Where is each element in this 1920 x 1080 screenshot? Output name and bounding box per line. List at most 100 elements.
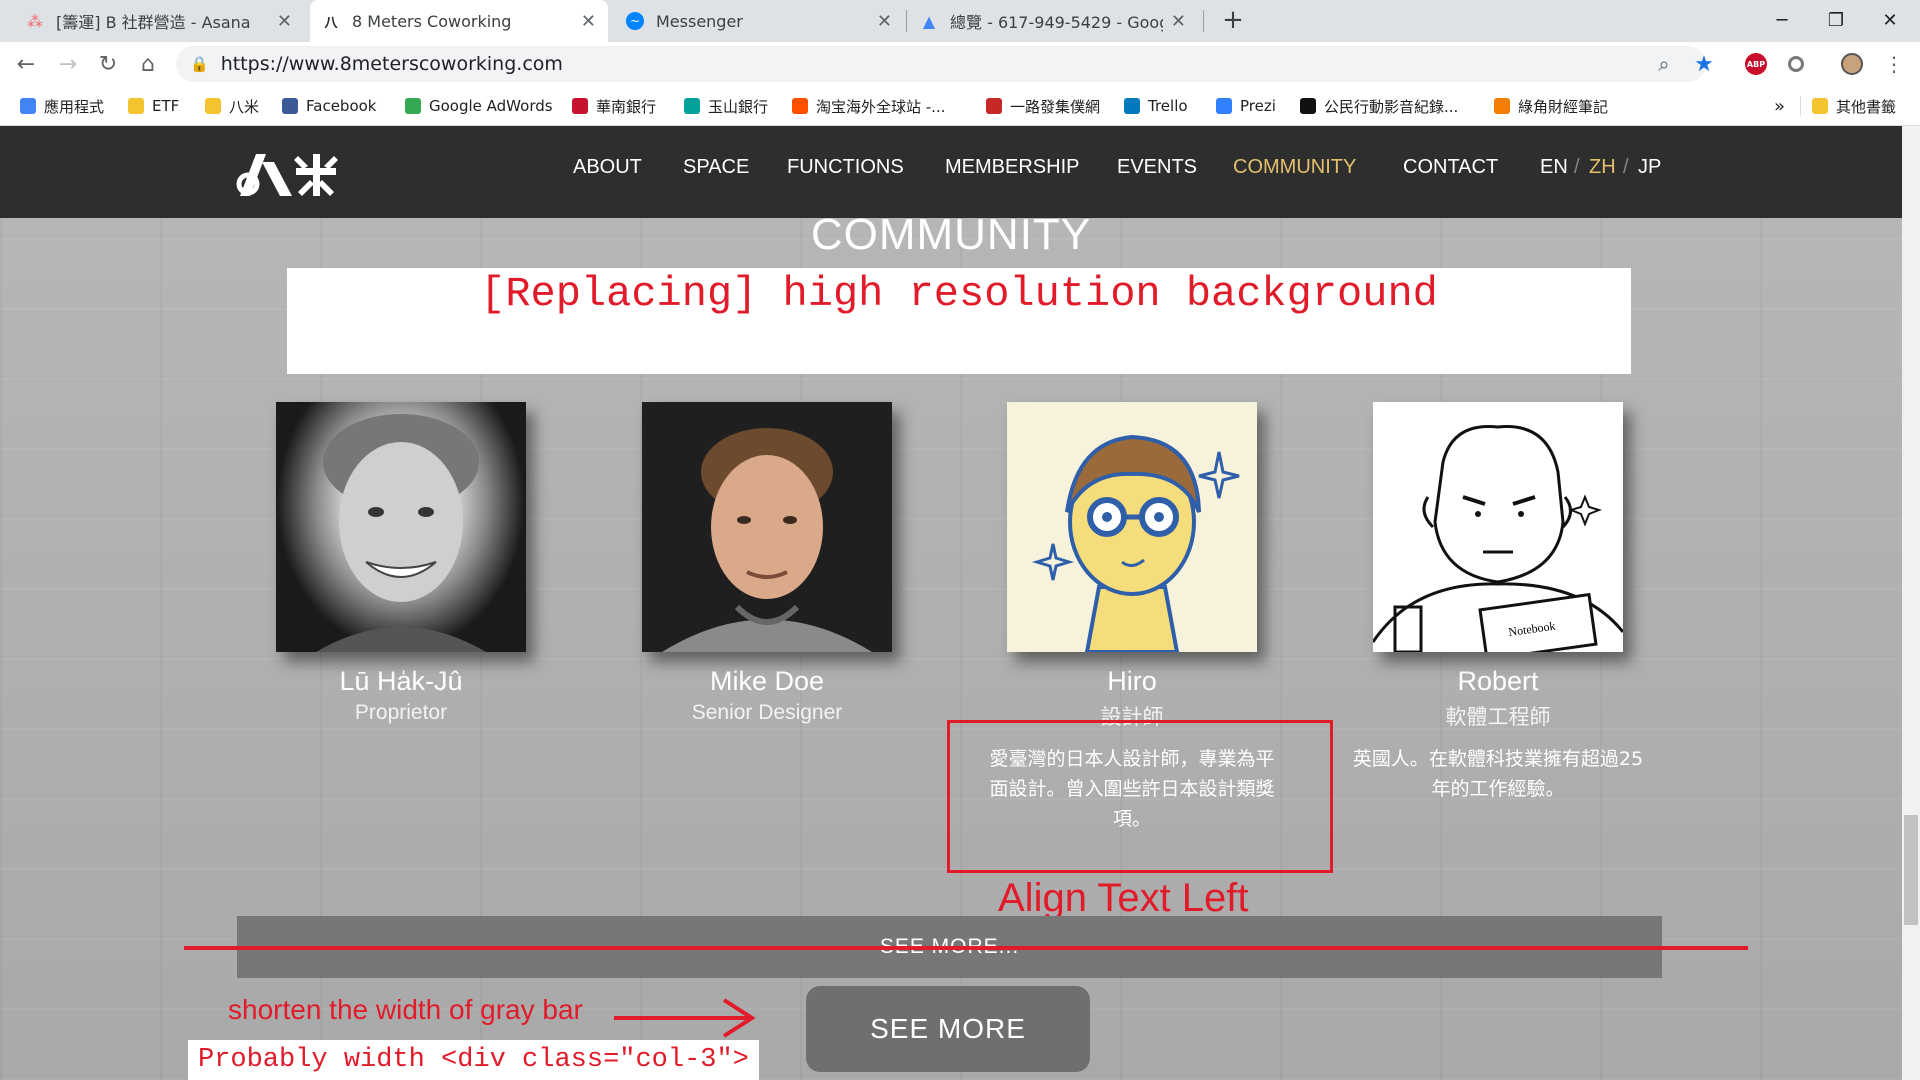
avatar[interactable] [1838, 50, 1866, 78]
close-tab-icon[interactable]: ✕ [581, 11, 596, 32]
folder-icon [1812, 98, 1828, 114]
scrollbar-thumb[interactable] [1904, 815, 1918, 925]
bookmark-label: Facebook [306, 97, 377, 115]
bookmark-item[interactable]: Trello [1124, 94, 1188, 118]
tab-title: 8 Meters Coworking [352, 11, 512, 31]
nav-functions[interactable]: FUNCTIONS [787, 156, 904, 179]
see-more-label: SEE MORE [870, 1013, 1026, 1044]
site-favicon-icon [986, 98, 1002, 114]
annotation-code-hint: Probably width <div class="col-3"> [188, 1040, 759, 1080]
home-icon[interactable]: ⌂ [132, 48, 164, 80]
adblock-icon[interactable]: ABP [1742, 50, 1770, 78]
bookmark-item[interactable]: Google AdWords [405, 94, 553, 118]
see-more-button[interactable]: SEE MORE [806, 986, 1090, 1072]
minimize-icon[interactable]: ─ [1752, 0, 1812, 40]
site-favicon-icon [282, 98, 298, 114]
bookmark-label: Trello [1148, 97, 1188, 115]
bookmark-item[interactable]: 應用程式 [20, 94, 104, 118]
close-tab-icon[interactable]: ✕ [877, 11, 892, 32]
bookmark-item[interactable]: 華南銀行 [572, 94, 656, 118]
asana-icon: ⁂ [27, 11, 43, 31]
lock-icon: 🔒 [190, 55, 209, 73]
member-role: 軟體工程師 [1445, 706, 1551, 729]
nav-space[interactable]: SPACE [683, 156, 749, 179]
site-header: ABOUT SPACE FUNCTIONS MEMBERSHIP EVENTS … [0, 126, 1902, 218]
bookmark-item[interactable]: 一路發集僕網 [986, 94, 1100, 118]
lang-separator: / [1574, 156, 1580, 178]
bookmark-label: 玉山銀行 [708, 97, 769, 116]
member-role: Senior Designer [691, 701, 843, 724]
address-url: https://www.8meterscoworking.com [220, 53, 563, 75]
new-tab-button[interactable]: + [1210, 0, 1256, 40]
extension-icon[interactable] [1782, 50, 1810, 78]
tab-asana[interactable]: ⁂ [籌運] B 社群營造 - Asana ✕ [14, 0, 304, 42]
bookmark-item[interactable]: 玉山銀行 [684, 94, 768, 118]
close-window-icon[interactable]: ✕ [1860, 0, 1920, 40]
nav-contact[interactable]: CONTACT [1403, 156, 1498, 179]
bookmark-label: 淘宝海外全球站 -... [816, 97, 946, 116]
annotation-highlight-box [947, 720, 1333, 873]
member-photo [642, 402, 892, 652]
8meters-icon: 八 [322, 12, 340, 31]
menu-icon[interactable]: ⋮ [1880, 50, 1908, 78]
tab-title: Messenger [656, 11, 743, 31]
restore-icon[interactable]: ❐ [1806, 0, 1866, 40]
bookmark-item[interactable]: 綠角財經筆記 [1494, 94, 1608, 118]
reload-icon[interactable]: ↻ [92, 48, 124, 80]
bookmark-label: 公民行動影音紀錄... [1324, 97, 1459, 116]
member-card: Mike Doe Senior Designer [642, 402, 892, 725]
back-icon[interactable]: ← [10, 48, 42, 80]
lang-en[interactable]: EN [1540, 156, 1568, 179]
bookmark-label: ETF [152, 97, 180, 115]
bookmarks-overflow-button[interactable]: » [1774, 94, 1785, 118]
bookmark-item[interactable]: ETF [128, 94, 179, 118]
bookmark-label: Prezi [1240, 97, 1276, 115]
lang-separator: / [1623, 156, 1629, 178]
section-title: COMMUNITY [810, 210, 1092, 259]
bookmark-star-icon[interactable]: ★ [1690, 50, 1718, 78]
bookmark-item[interactable]: Prezi [1216, 94, 1276, 118]
nav-about[interactable]: ABOUT [573, 156, 642, 179]
bookmark-label: 其他書籤 [1836, 97, 1897, 116]
banner-placeholder-text: [Replacing] high resolution background [480, 270, 1438, 318]
folder-icon [205, 98, 221, 114]
zoom-icon[interactable]: ⌕ [1650, 50, 1678, 78]
site-favicon-icon [684, 98, 700, 114]
folder-icon [128, 98, 144, 114]
tab-8meters[interactable]: 八 8 Meters Coworking ✕ [310, 0, 608, 42]
close-tab-icon[interactable]: ✕ [1171, 11, 1186, 32]
site-favicon-icon [1124, 98, 1140, 114]
nav-membership[interactable]: MEMBERSHIP [945, 156, 1079, 179]
scrollbar[interactable] [1902, 126, 1920, 1080]
close-tab-icon[interactable]: ✕ [277, 11, 292, 32]
browser-toolbar: ← → ↻ ⌂ 🔒 https://www.8meterscoworking.c… [0, 42, 1920, 86]
annotation-shorten-text: shorten the width of gray bar [228, 994, 583, 1025]
site-favicon-icon [792, 98, 808, 114]
bookmark-item[interactable]: 八米 [205, 94, 259, 118]
nav-events[interactable]: EVENTS [1117, 156, 1197, 179]
member-name: Hiro [1107, 666, 1157, 696]
8meters-logo[interactable] [236, 148, 346, 200]
forward-icon[interactable]: → [52, 48, 84, 80]
apps-grid-icon [20, 98, 36, 114]
annotation-arrow-icon [614, 998, 756, 1038]
member-name: Robert [1457, 666, 1539, 696]
tab-messenger[interactable]: ~ Messenger ✕ [614, 0, 904, 42]
bookmark-label: 綠角財經筆記 [1518, 97, 1609, 116]
member-photo [1007, 402, 1257, 652]
bookmark-item[interactable]: 淘宝海外全球站 -... [792, 94, 946, 118]
bookmark-label: 華南銀行 [596, 97, 657, 116]
tab-strip: ⁂ [籌運] B 社群營造 - Asana ✕ 八 8 Meters Cowor… [0, 0, 1920, 42]
tab-google-ads[interactable]: ▲ 總覽 - 617-949-5429 - Google / ✕ [908, 0, 1198, 42]
lang-zh[interactable]: ZH [1589, 156, 1616, 179]
bookmark-label: 一路發集僕網 [1010, 97, 1101, 116]
nav-community[interactable]: COMMUNITY [1233, 156, 1356, 179]
banner-placeholder: [Replacing] high resolution background [287, 268, 1631, 374]
bookmark-item[interactable]: 公民行動影音紀錄... [1300, 94, 1458, 118]
other-bookmarks-folder[interactable]: 其他書籤 [1812, 94, 1896, 118]
bookmark-item[interactable]: Facebook [282, 94, 376, 118]
member-card: Lū Ha̍k-Jû Proprietor [276, 402, 526, 725]
lang-jp[interactable]: JP [1638, 156, 1661, 179]
address-bar[interactable]: 🔒 https://www.8meterscoworking.com [176, 46, 1706, 82]
site-favicon-icon [572, 98, 588, 114]
